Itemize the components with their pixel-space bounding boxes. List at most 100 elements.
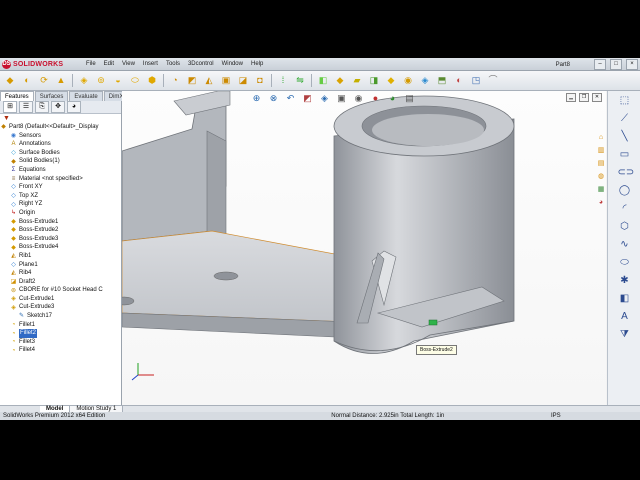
smart-dimension-icon[interactable]: ⟋ <box>618 113 632 125</box>
featuremanager-tab-icon[interactable]: ⊞ <box>3 101 17 113</box>
menu-file[interactable]: File <box>86 59 96 69</box>
configurationmanager-tab-icon[interactable]: ⎘ <box>35 101 49 113</box>
lofted-cut-icon[interactable]: ⬢ <box>145 74 159 87</box>
tree-item[interactable]: ◈ Cut-Extrude3 <box>0 303 121 312</box>
spline-icon[interactable]: ∿ <box>618 239 632 251</box>
extruded-cut-icon[interactable]: ◈ <box>77 74 91 87</box>
linear-pattern-icon[interactable]: ⁞ <box>276 74 290 87</box>
tree-item[interactable]: ◇ Right YZ <box>0 200 121 209</box>
minimize-button[interactable]: – <box>594 59 606 70</box>
instant3d-icon[interactable]: ▰ <box>350 74 364 87</box>
swept-cut-icon[interactable]: ⬭ <box>128 74 142 87</box>
displaymanager-tab-icon[interactable]: ◕ <box>67 101 81 113</box>
deform-icon[interactable]: ◳ <box>469 74 483 87</box>
appearances-icon[interactable]: ◕ <box>597 198 606 207</box>
zoom-to-area-icon[interactable]: ⊗ <box>267 92 280 104</box>
text-icon[interactable]: A <box>618 311 632 323</box>
menu-tools[interactable]: Tools <box>166 59 180 69</box>
menu-help[interactable]: Help <box>251 59 263 69</box>
tree-item[interactable]: ◇ Plane1 <box>0 261 121 270</box>
design-library-icon[interactable]: ▥ <box>597 146 606 155</box>
hide-show-items-icon[interactable]: ◉ <box>352 92 365 104</box>
tab-features[interactable]: Features <box>0 91 34 101</box>
tree-item[interactable]: ◔ Fillet2 <box>0 329 121 338</box>
tree-item[interactable]: ◔ Fillet3 <box>0 338 121 347</box>
tree-item[interactable]: ◆ Boss-Extrude2 <box>0 226 121 235</box>
tree-item[interactable]: ◭ Rib1 <box>0 252 121 261</box>
solidworks-logo[interactable]: DS SOLIDWORKS <box>2 59 63 69</box>
lofted-boss-icon[interactable]: ▲ <box>54 74 68 87</box>
fillet-icon[interactable]: ◔ <box>168 74 182 87</box>
dimxpertmanager-tab-icon[interactable]: ✥ <box>51 101 65 113</box>
menu-view[interactable]: View <box>122 59 135 69</box>
tree-item[interactable]: ◉ Sensors <box>0 132 121 141</box>
tree-item[interactable]: A Annotations <box>0 140 121 149</box>
display-style-icon[interactable]: ▣ <box>335 92 348 104</box>
tree-item[interactable]: ◆ Boss-Extrude4 <box>0 243 121 252</box>
tree-item[interactable]: ◇ Front XY <box>0 183 121 192</box>
tree-item[interactable]: ◆ Solid Bodies(1) <box>0 157 121 166</box>
slot-icon[interactable]: ⊂⊃ <box>618 167 635 179</box>
solidworks-resources-icon[interactable]: ⌂ <box>597 133 606 142</box>
maximize-button[interactable]: □ <box>610 59 622 70</box>
tree-item[interactable]: ◔ Fillet4 <box>0 346 121 355</box>
view-settings-icon[interactable]: ▤ <box>403 92 416 104</box>
tree-item[interactable]: ◆ Boss-Extrude1 <box>0 218 121 227</box>
tree-item[interactable]: ≡ Material <not specified> <box>0 175 121 184</box>
viewport-restore-icon[interactable]: ❐ <box>579 93 589 102</box>
menu-window[interactable]: Window <box>222 59 243 69</box>
apply-scene-icon[interactable]: ◕ <box>386 92 399 104</box>
zoom-to-fit-icon[interactable]: ⊕ <box>250 92 263 104</box>
rectangle-icon[interactable]: ▭ <box>618 149 632 161</box>
tree-item[interactable]: ◪ Draft2 <box>0 278 121 287</box>
circle-icon[interactable]: ◯ <box>618 185 632 197</box>
tree-root[interactable]: ◆ Part8 (Default<<Default>_Display <box>0 123 121 132</box>
rib-icon[interactable]: ◭ <box>202 74 216 87</box>
draft-icon[interactable]: ◪ <box>236 74 250 87</box>
combine-icon[interactable]: ◆ <box>384 74 398 87</box>
flex-icon[interactable]: ⌒ <box>486 74 500 87</box>
move-face-icon[interactable]: ◈ <box>418 74 432 87</box>
mirror-icon[interactable]: ⇋ <box>293 74 307 87</box>
shell-icon[interactable]: ▣ <box>219 74 233 87</box>
section-view-icon[interactable]: ◩ <box>301 92 314 104</box>
search-icon[interactable]: ◍ <box>597 172 606 181</box>
tree-item[interactable]: ◈ Cut-Extrude1 <box>0 295 121 304</box>
arc-icon[interactable]: ◜ <box>618 203 632 215</box>
wrap-icon[interactable]: ◘ <box>253 74 267 87</box>
file-explorer-icon[interactable]: ▤ <box>597 159 606 168</box>
point-icon[interactable]: ✱ <box>618 275 632 287</box>
split-icon[interactable]: ◨ <box>367 74 381 87</box>
curves-icon[interactable]: ◆ <box>333 74 347 87</box>
tree-item[interactable]: ◔ Fillet1 <box>0 321 121 330</box>
tree-item[interactable]: ⊚ CBORE for #10 Socket Head C <box>0 286 121 295</box>
revolved-cut-icon[interactable]: ◒ <box>111 74 125 87</box>
tree-item[interactable]: ◇ Surface Bodies <box>0 149 121 158</box>
viewport-minimize-icon[interactable]: ▁ <box>566 93 576 102</box>
extruded-boss-icon[interactable]: ◆ <box>3 74 17 87</box>
plane-icon[interactable]: ◧ <box>618 293 632 305</box>
freeform-icon[interactable]: ⬒ <box>435 74 449 87</box>
tree-item[interactable]: ✎ Sketch17 <box>0 312 121 321</box>
view-orientation-icon[interactable]: ◈ <box>318 92 331 104</box>
sketch-icon[interactable]: ⬚ <box>618 95 632 107</box>
hole-wizard-icon[interactable]: ⊚ <box>94 74 108 87</box>
menu-insert[interactable]: Insert <box>143 59 158 69</box>
graphics-area[interactable]: ⊕ ⊗ ↶ ◩ ◈ ▣ ◉ ● ◕ ▤ ▁ ❐ ✕ Boss-Extrude2 <box>122 91 606 405</box>
intersect-icon[interactable]: ◉ <box>401 74 415 87</box>
reference-geometry-icon[interactable]: ◧ <box>316 74 330 87</box>
tree-item[interactable]: ◭ Rib4 <box>0 269 121 278</box>
model-view[interactable] <box>122 91 606 405</box>
revolved-boss-icon[interactable]: ◐ <box>20 74 34 87</box>
propertymanager-tab-icon[interactable]: ☰ <box>19 101 33 113</box>
filter-icon[interactable]: ▼ <box>0 114 121 123</box>
tab-surfaces[interactable]: Surfaces <box>34 91 69 101</box>
ellipse-icon[interactable]: ⬭ <box>618 257 632 269</box>
status-units[interactable]: IPS <box>551 413 561 419</box>
tab-evaluate[interactable]: Evaluate <box>69 91 103 101</box>
tree-item[interactable]: Σ Equations <box>0 166 121 175</box>
edit-appearance-icon[interactable]: ● <box>369 92 382 104</box>
mirror-entities-icon[interactable]: ⧩ <box>618 329 632 341</box>
viewport-close-icon[interactable]: ✕ <box>592 93 602 102</box>
tree-item[interactable]: ◆ Boss-Extrude3 <box>0 235 121 244</box>
